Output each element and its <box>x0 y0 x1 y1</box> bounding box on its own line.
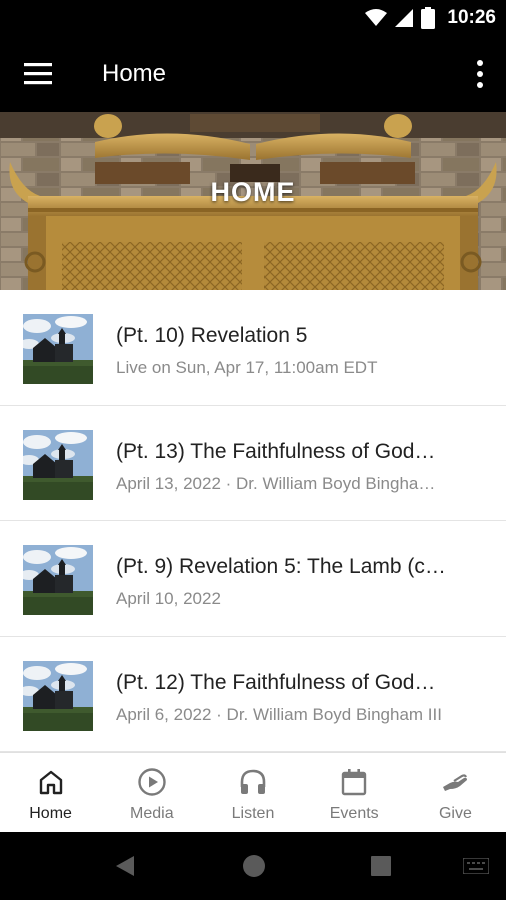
item-subtitle: April 10, 2022 <box>116 589 221 608</box>
item-subtitle: Live on Sun, Apr 17, 11:00am EDT <box>116 358 378 377</box>
home-circle-icon[interactable] <box>242 854 266 878</box>
headphones-icon <box>240 769 266 794</box>
status-icons: 10:26 <box>365 6 496 30</box>
give-hand-icon <box>443 774 468 791</box>
tab-listen[interactable]: Listen <box>202 753 303 832</box>
bottom-navigation: Home Media Listen Events Give <box>0 752 506 832</box>
more-vert-icon <box>477 60 483 88</box>
wifi-icon <box>365 9 388 26</box>
item-title: (Pt. 12) The Faithfulness of God… <box>116 670 436 694</box>
item-thumbnail <box>23 429 93 500</box>
hamburger-menu-icon <box>24 63 52 85</box>
tab-give[interactable]: Give <box>405 753 506 832</box>
barn-thumbnail-image <box>23 545 93 615</box>
barn-thumbnail-image <box>23 314 93 384</box>
item-thumbnail <box>23 660 93 731</box>
back-icon[interactable] <box>114 854 136 878</box>
status-bar: 10:26 <box>0 0 506 36</box>
keyboard-icon[interactable] <box>463 858 489 874</box>
calendar-icon <box>342 769 367 796</box>
item-thumbnail <box>23 314 93 384</box>
tab-home-label: Home <box>29 805 72 822</box>
battery-icon <box>421 7 436 29</box>
play-circle-icon <box>138 768 166 796</box>
tab-listen-label: Listen <box>231 805 275 822</box>
tab-home[interactable]: Home <box>0 753 101 832</box>
item-title: (Pt. 13) The Faithfulness of God… <box>116 439 436 463</box>
page-title: Home <box>102 60 167 87</box>
cell-signal-icon <box>395 9 414 27</box>
home-icon <box>39 770 62 795</box>
barn-thumbnail-image <box>23 660 93 731</box>
overflow-menu-button[interactable] <box>470 58 490 90</box>
list-item[interactable]: (Pt. 9) Revelation 5: The Lamb (c… April… <box>0 521 506 637</box>
list-item[interactable]: (Pt. 10) Revelation 5 Live on Sun, Apr 1… <box>0 290 506 406</box>
list-item[interactable]: (Pt. 13) The Faithfulness of God… April … <box>0 406 506 521</box>
tab-give-label: Give <box>438 805 472 822</box>
tab-media[interactable]: Media <box>101 753 202 832</box>
item-thumbnail <box>23 545 93 615</box>
item-title: (Pt. 9) Revelation 5: The Lamb (c… <box>116 555 446 578</box>
tab-events[interactable]: Events <box>304 753 405 832</box>
tab-events-label: Events <box>329 805 379 822</box>
sermon-list: (Pt. 10) Revelation 5 Live on Sun, Apr 1… <box>0 290 506 752</box>
item-subtitle: April 13, 2022 · Dr. William Boyd Bingha… <box>116 473 436 493</box>
system-navigation-bar <box>0 832 506 900</box>
hero-title: HOME <box>210 177 296 207</box>
app-bar: Home <box>0 36 506 112</box>
barn-thumbnail-image <box>23 429 93 500</box>
status-time: 10:26 <box>447 7 496 28</box>
item-title: (Pt. 10) Revelation 5 <box>116 324 308 347</box>
recents-icon[interactable] <box>370 855 392 877</box>
menu-button[interactable] <box>24 60 54 88</box>
tab-media-label: Media <box>130 805 174 822</box>
item-subtitle: April 6, 2022 · Dr. William Boyd Bingham… <box>116 704 442 724</box>
list-item[interactable]: (Pt. 12) The Faithfulness of God… April … <box>0 637 506 752</box>
